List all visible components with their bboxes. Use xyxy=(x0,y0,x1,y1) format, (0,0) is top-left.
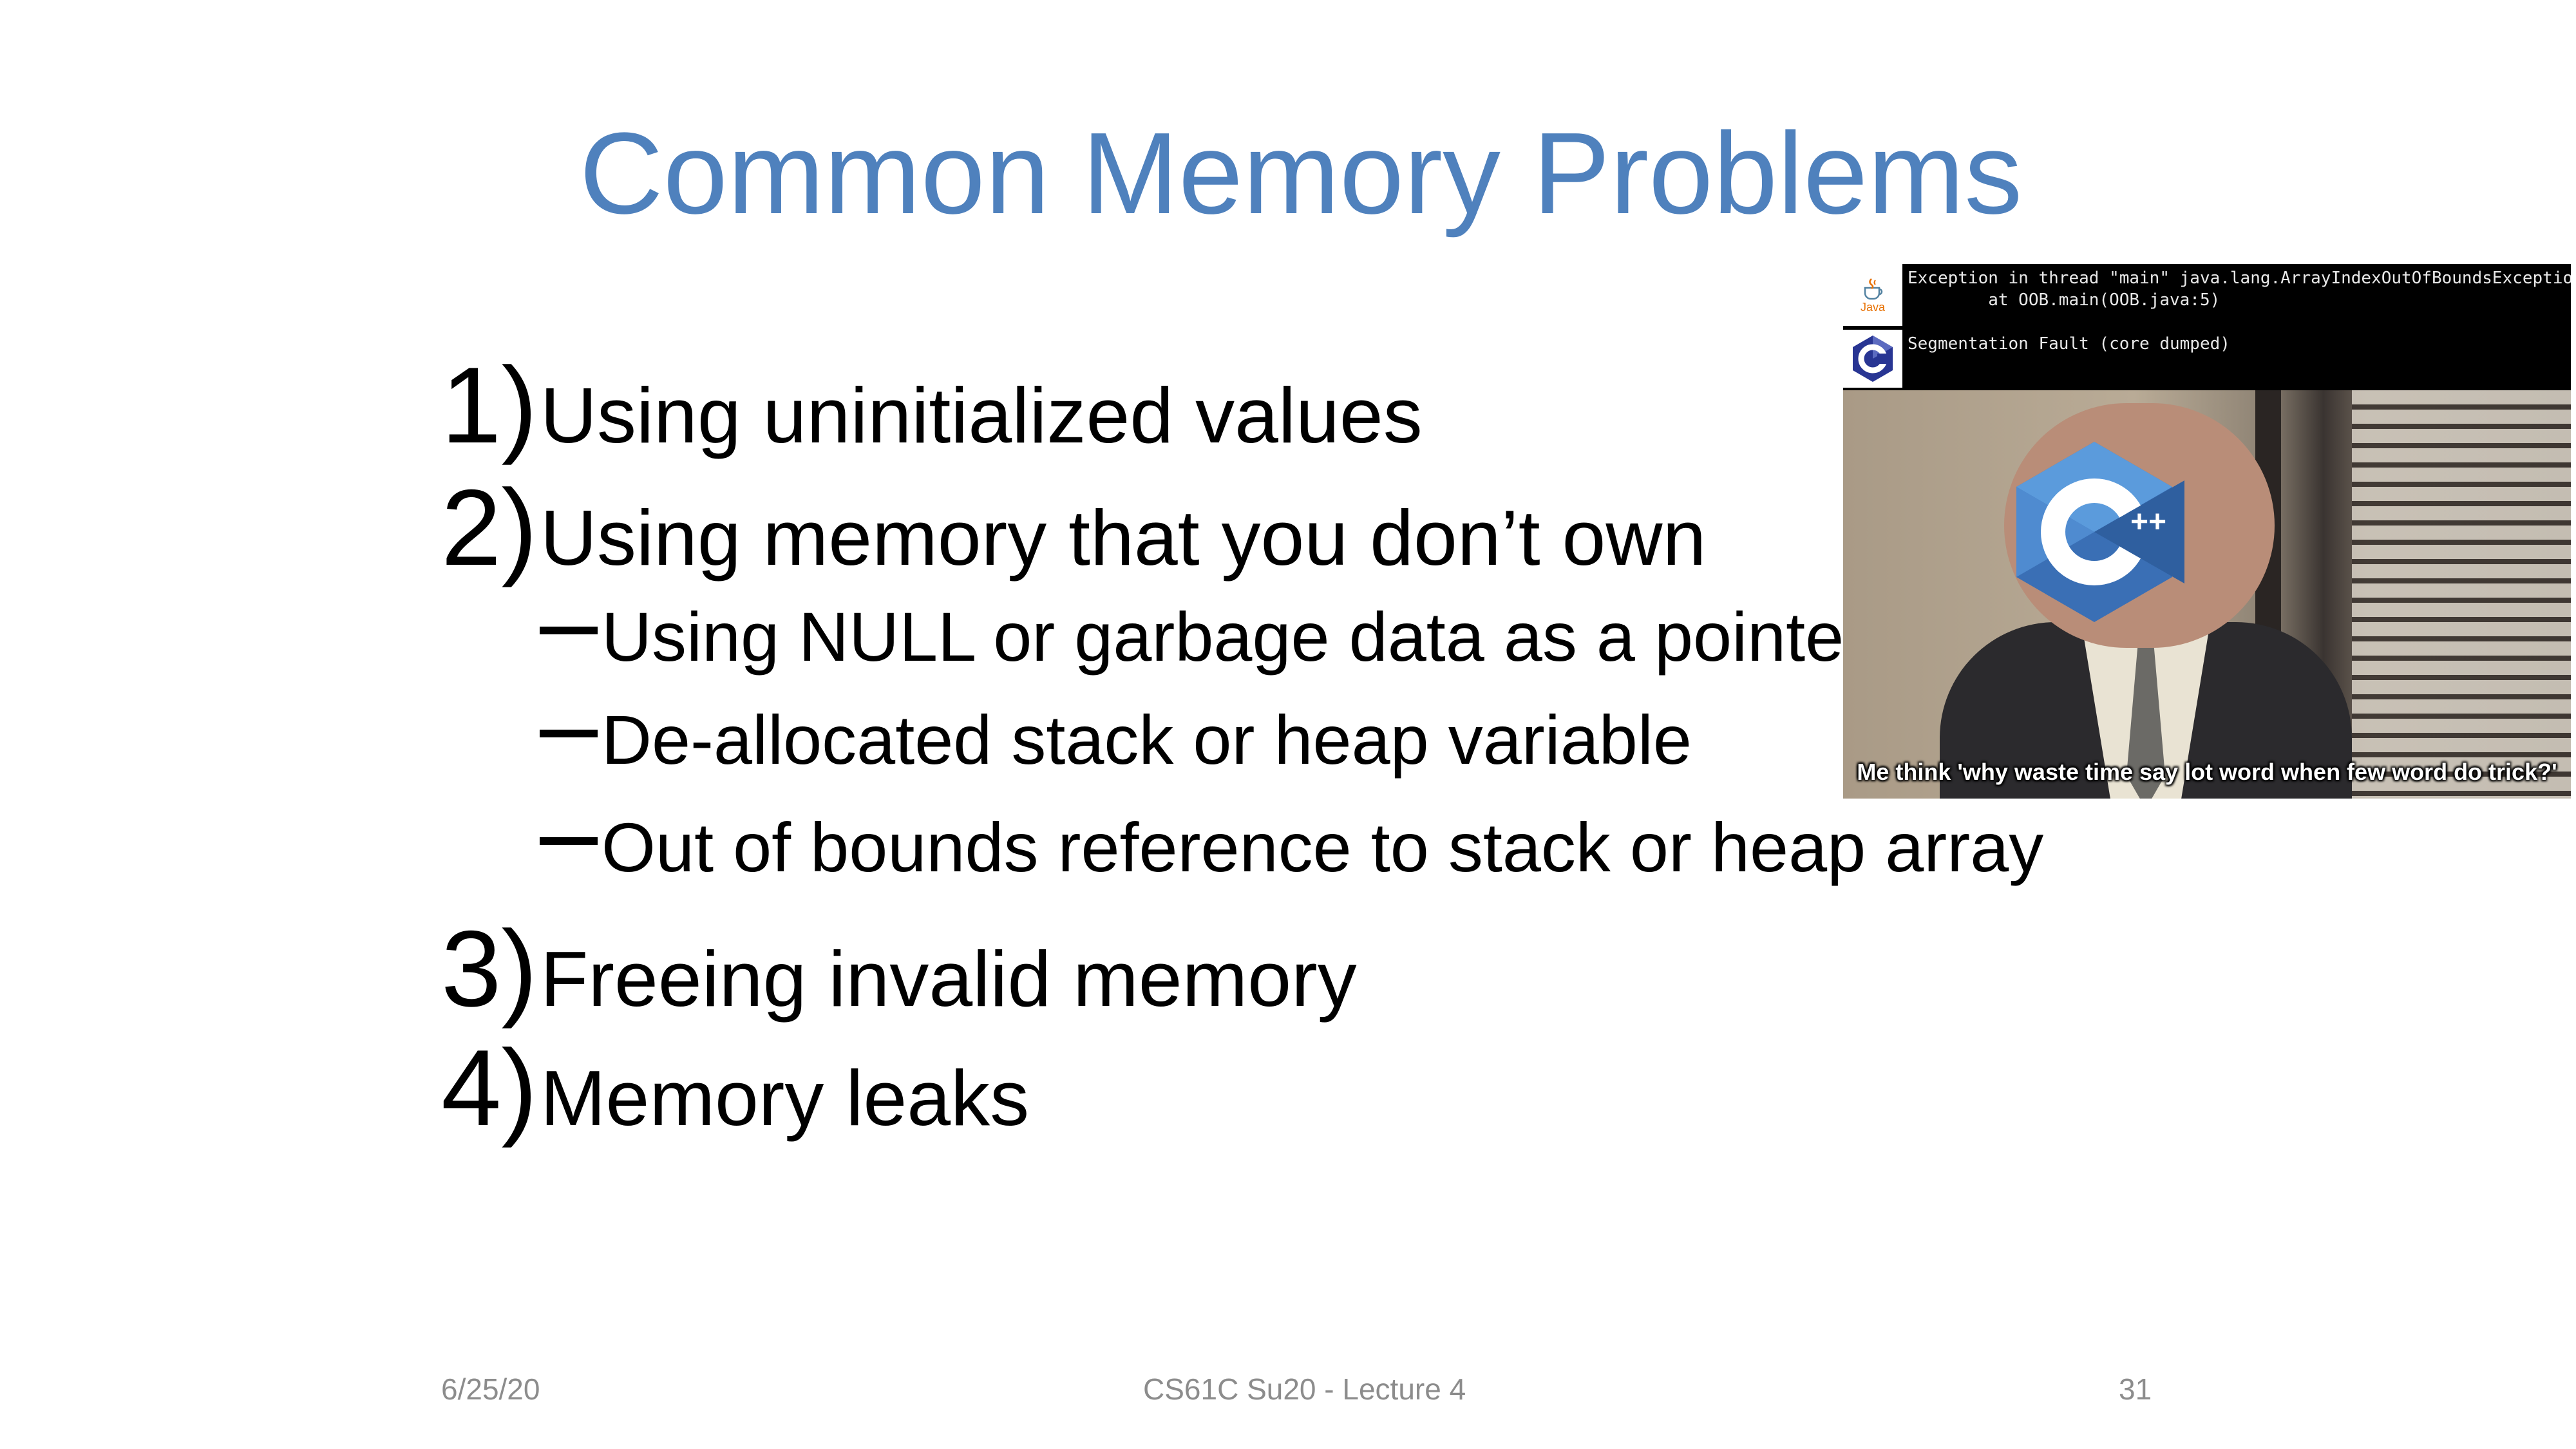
svg-text:++: ++ xyxy=(2130,505,2166,539)
office-photo: ++ Me think 'why waste time say lot word… xyxy=(1843,390,2571,799)
c-language-icon xyxy=(1853,336,1893,382)
list-number: 3) xyxy=(441,908,538,1029)
language-icons: Java xyxy=(1843,264,1902,388)
list-text: Using memory that you don’t own xyxy=(540,494,1707,582)
dash-bullet xyxy=(540,730,598,738)
sub-item-text: Using NULL or garbage data as a pointer xyxy=(601,598,1868,676)
list-item-3: 3) Freeing invalid memory xyxy=(441,914,1357,1023)
sub-item-text: De-allocated stack or heap variable xyxy=(601,701,1692,779)
java-logo: Java xyxy=(1843,264,1902,326)
java-error-line-1: Exception in thread "main" java.lang.Arr… xyxy=(1908,269,2571,288)
sub-item-3: Out of bounds reference to stack or heap… xyxy=(540,813,2043,882)
list-text: Memory leaks xyxy=(540,1054,1030,1142)
footer-course: CS61C Su20 - Lecture 4 xyxy=(1143,1372,1466,1406)
list-text: Using uninitialized values xyxy=(540,372,1423,459)
terminal-output: Java Exception in thread "main" java.lan… xyxy=(1843,264,2571,388)
list-number: 2) xyxy=(441,467,538,588)
footer-date: 6/25/20 xyxy=(441,1372,540,1406)
list-number: 1) xyxy=(441,345,538,466)
dash-bullet xyxy=(540,627,598,635)
slide: Common Memory Problems 1) Using uninitia… xyxy=(0,0,2576,1449)
c-logo xyxy=(1843,330,1902,388)
sub-item-text: Out of bounds reference to stack or heap… xyxy=(601,808,2044,886)
footer-page-number: 31 xyxy=(2119,1372,2152,1406)
java-error-line-2: at OOB.main(OOB.java:5) xyxy=(1908,290,2221,310)
java-label: Java xyxy=(1860,300,1886,314)
window-blinds xyxy=(2352,390,2571,799)
list-text: Freeing invalid memory xyxy=(540,935,1357,1023)
list-item-1: 1) Using uninitialized values xyxy=(441,351,1423,459)
sub-item-1: Using NULL or garbage data as a pointer xyxy=(540,602,1867,672)
list-item-4: 4) Memory leaks xyxy=(441,1034,1029,1142)
meme-caption: Me think 'why waste time say lot word wh… xyxy=(1857,759,2557,785)
list-item-2: 2) Using memory that you don’t own xyxy=(441,473,1706,582)
sub-item-2: De-allocated stack or heap variable xyxy=(540,705,1692,775)
dash-bullet xyxy=(540,837,598,846)
cpp-logo-icon: ++ xyxy=(2016,442,2184,622)
meme-image: Java Exception in thread "main" java.lan… xyxy=(1843,264,2571,799)
slide-title: Common Memory Problems xyxy=(579,109,2023,238)
java-cup-icon xyxy=(1864,278,1883,299)
c-error-line: Segmentation Fault (core dumped) xyxy=(1908,334,2230,354)
list-number: 4) xyxy=(441,1027,538,1148)
